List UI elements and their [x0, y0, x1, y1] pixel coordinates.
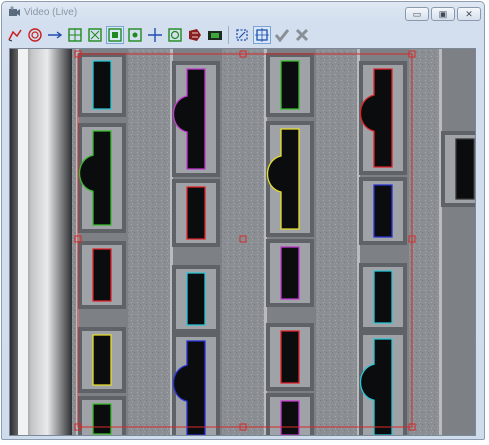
box-focus-tool-icon	[108, 28, 122, 42]
box-focus-tool-button[interactable]	[106, 26, 124, 44]
close-icon: ✕	[465, 9, 473, 19]
video-window: Video (Live) ▭ ▣ ✕	[1, 1, 485, 440]
slot-contour	[92, 248, 112, 302]
light-tool-button[interactable]	[186, 26, 204, 44]
reject-button[interactable]	[293, 26, 311, 44]
slot-contour	[186, 186, 206, 240]
live-video-view[interactable]	[9, 48, 476, 436]
slot-contour	[280, 60, 300, 110]
light-tool-icon	[189, 29, 201, 41]
slot-contour	[92, 403, 112, 435]
slot-contour	[280, 246, 300, 300]
crop-tool-button[interactable]	[233, 26, 251, 44]
slot-contour	[92, 60, 112, 110]
box-edges-tool-icon	[68, 28, 82, 42]
toolbar-separator	[228, 26, 229, 44]
box-corners-tool-button[interactable]	[86, 26, 104, 44]
rail-highlight	[18, 49, 28, 435]
select-region-tool-icon	[255, 28, 269, 42]
circle-target-tool-button[interactable]	[26, 26, 44, 44]
film-tool-button[interactable]	[206, 26, 224, 44]
film-tool-icon	[208, 31, 222, 40]
video-frame[interactable]	[10, 49, 475, 435]
minimize-icon: ▭	[412, 9, 422, 19]
restore-icon: ▣	[438, 9, 448, 19]
slot-contour	[186, 272, 206, 326]
vertical-channel	[439, 49, 475, 435]
center-box-tool-button[interactable]	[126, 26, 144, 44]
accept-button[interactable]	[273, 26, 291, 44]
title-bar[interactable]: Video (Live) ▭ ▣ ✕	[2, 2, 484, 24]
arrow-measure-tool-icon	[48, 31, 63, 39]
crosshair-tool-button[interactable]	[146, 26, 164, 44]
crosshair-tool-icon	[148, 28, 162, 42]
circle-focus-tool-button[interactable]	[166, 26, 184, 44]
crop-tool-icon	[236, 29, 248, 41]
box-corners-tool-icon	[88, 28, 102, 42]
polyline-tool-icon	[8, 29, 22, 42]
channel-edge	[439, 49, 442, 435]
arrow-measure-tool-button[interactable]	[46, 26, 64, 44]
window-title: Video (Live)	[24, 7, 78, 18]
slot-contour	[280, 400, 300, 435]
select-region-tool-button[interactable]	[253, 26, 271, 44]
close-button[interactable]: ✕	[457, 7, 481, 21]
accept-icon	[274, 29, 290, 43]
circle-target-tool-icon	[28, 28, 42, 42]
slot-contour	[92, 334, 112, 386]
toolbar	[6, 24, 480, 46]
box-edges-tool-button[interactable]	[66, 26, 84, 44]
reject-icon	[295, 28, 309, 42]
slot-contour	[373, 184, 393, 238]
restore-button[interactable]: ▣	[431, 7, 455, 21]
camera-icon	[8, 6, 21, 19]
slot-contour	[373, 270, 393, 324]
slot-contour	[455, 138, 475, 200]
polyline-tool-button[interactable]	[6, 26, 24, 44]
center-box-tool-icon	[128, 28, 142, 42]
circle-focus-tool-icon	[168, 28, 182, 42]
slot-contour	[280, 330, 300, 384]
minimize-button[interactable]: ▭	[405, 7, 429, 21]
